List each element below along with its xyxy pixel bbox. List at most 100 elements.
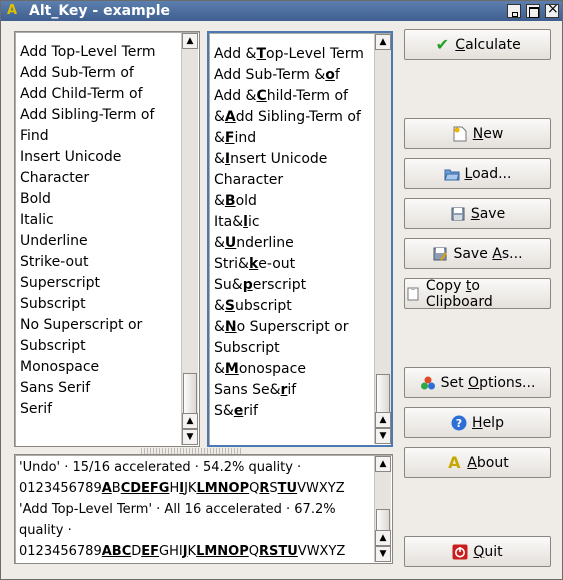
log-line: 'Add Top-Level Term' · All 16 accelerate… bbox=[19, 502, 336, 517]
accelerated-list-panel[interactable]: Add &Top-Level Term Add Sub-Term &of Add &… bbox=[207, 31, 393, 447]
accelerated-list-item[interactable]: Su&perscript bbox=[214, 275, 371, 296]
accelerated-list-item[interactable]: &Monospace bbox=[214, 359, 371, 380]
accelerated-list[interactable]: Add &Top-Level Term Add Sub-Term &of Add &… bbox=[214, 44, 371, 422]
scroll-up-icon[interactable]: ▲ bbox=[182, 33, 198, 49]
save-as-button[interactable]: Save As... bbox=[404, 238, 551, 269]
terms-list[interactable]: Add Top-Level Term Add Sub-Term of Add Chi… bbox=[20, 42, 179, 420]
help-icon: ? bbox=[451, 415, 467, 431]
term-list-item[interactable]: Subscript bbox=[20, 294, 179, 315]
accelerated-list-item[interactable]: &Subscript bbox=[214, 296, 371, 317]
accelerated-list-item[interactable]: Add &Child-Term of bbox=[214, 86, 371, 107]
term-list-item[interactable]: Character bbox=[20, 168, 179, 189]
accelerator-key: p bbox=[242, 277, 253, 293]
save-button[interactable]: Save bbox=[404, 198, 551, 229]
term-list-item[interactable]: Underline bbox=[20, 231, 179, 252]
log-scrollbar[interactable]: ▲ ▲ ▼ bbox=[374, 456, 391, 562]
term-list-item[interactable]: No Superscript or bbox=[20, 315, 179, 336]
term-list-item[interactable]: Strike-out bbox=[20, 252, 179, 273]
accelerator-key: A bbox=[224, 109, 236, 125]
term-list-item[interactable]: Superscript bbox=[20, 273, 179, 294]
scroll-down-icon[interactable]: ▲ bbox=[182, 413, 198, 429]
term-list-item[interactable]: Monospace bbox=[20, 357, 179, 378]
accelerated-list-item[interactable]: S&erif bbox=[214, 401, 371, 422]
results-log-panel[interactable]: 'Undo' · 15/16 accelerated · 54.2% quali… bbox=[14, 454, 393, 564]
accelerator-key: C bbox=[256, 88, 267, 104]
term-list-item[interactable]: Add Sibling-Term of bbox=[20, 105, 179, 126]
term-list-item[interactable]: Add Child-Term of bbox=[20, 84, 179, 105]
log-line: quality · bbox=[19, 523, 72, 538]
scroll-up-icon[interactable]: ▲ bbox=[375, 456, 391, 472]
accelerated-list-item[interactable]: Character bbox=[214, 170, 371, 191]
term-list-item[interactable]: Italic bbox=[20, 210, 179, 231]
term-list-item[interactable]: Add Sub-Term of bbox=[20, 63, 179, 84]
terms-list-panel[interactable]: Add Top-Level Term Add Sub-Term of Add Chi… bbox=[14, 31, 200, 447]
load-button[interactable]: Load... bbox=[404, 158, 551, 189]
folder-open-icon bbox=[443, 166, 460, 182]
accelerator-key: o bbox=[325, 67, 335, 83]
accelerated-list-item[interactable]: Add &Top-Level Term bbox=[214, 44, 371, 65]
term-list-item[interactable]: Insert Unicode bbox=[20, 147, 179, 168]
accelerated-list-item[interactable]: Stri&ke-out bbox=[214, 254, 371, 275]
scroll-up-icon[interactable]: ▲ bbox=[375, 34, 391, 50]
results-log: 'Undo' · 15/16 accelerated · 54.2% quali… bbox=[19, 457, 370, 562]
quit-button[interactable]: Quit bbox=[404, 536, 551, 567]
scrollbar-thumb[interactable] bbox=[183, 373, 197, 415]
term-list-item[interactable]: Sans Serif bbox=[20, 378, 179, 399]
accelerated-list-item[interactable]: Sans Se&rif bbox=[214, 380, 371, 401]
main-window: A Alt_Key - example Add Top-Level TermAd… bbox=[0, 0, 563, 580]
clipboard-icon bbox=[405, 286, 421, 302]
accelerator-key: S bbox=[224, 298, 236, 314]
accelerated-list-item[interactable]: &Find bbox=[214, 128, 371, 149]
scroll-down-icon[interactable]: ▼ bbox=[182, 429, 198, 445]
scrollbar-thumb[interactable] bbox=[376, 374, 390, 416]
accelerated-list-item[interactable]: Ita&lic bbox=[214, 212, 371, 233]
accelerator-key: N bbox=[224, 319, 237, 335]
set-options-button[interactable]: Set Options... bbox=[404, 367, 551, 398]
power-icon bbox=[452, 544, 468, 560]
accelerated-scrollbar[interactable]: ▲ ▲ ▼ bbox=[374, 34, 391, 444]
floppy-disk-icon bbox=[432, 246, 448, 262]
window-title: Alt_Key - example bbox=[29, 3, 170, 19]
accelerator-key: M bbox=[224, 361, 239, 377]
scroll-down-icon[interactable]: ▲ bbox=[375, 412, 391, 428]
accelerator-key: U bbox=[224, 235, 237, 251]
accelerated-list-item[interactable]: &Insert Unicode bbox=[214, 149, 371, 170]
term-list-item[interactable]: Add Top-Level Term bbox=[20, 42, 179, 63]
calculate-button[interactable]: ✔ Calculate bbox=[404, 29, 551, 60]
terms-scrollbar[interactable]: ▲ ▲ ▼ bbox=[181, 33, 198, 445]
scroll-down-icon[interactable]: ▼ bbox=[375, 428, 391, 444]
term-list-item[interactable]: Subscript bbox=[20, 336, 179, 357]
term-list-item[interactable]: Find bbox=[20, 126, 179, 147]
check-icon: ✔ bbox=[435, 34, 449, 54]
new-button[interactable]: New bbox=[404, 118, 551, 149]
accelerator-key: B bbox=[224, 193, 236, 209]
color-palette-icon bbox=[420, 375, 436, 391]
maximize-icon[interactable] bbox=[526, 4, 540, 18]
app-logo-icon: A bbox=[448, 452, 461, 472]
accelerated-list-item[interactable]: &Underline bbox=[214, 233, 371, 254]
copy-to-clipboard-button[interactable]: Copy to Clipboard bbox=[404, 278, 551, 310]
title-bar[interactable]: A Alt_Key - example bbox=[1, 1, 562, 21]
accelerator-key: k bbox=[248, 256, 259, 272]
floppy-disk-icon bbox=[450, 206, 466, 222]
log-line: 0123456789ABCDEFGHIJKLMNOPQRSTUVWXYZ bbox=[19, 544, 346, 559]
log-line: 0123456789ABCDEFGHIJKLMNOPQRSTUVWXYZ bbox=[19, 481, 345, 496]
log-line: 'Undo' · 15/16 accelerated · 54.2% quali… bbox=[19, 460, 302, 475]
scroll-down-icon[interactable]: ▲ bbox=[375, 530, 391, 546]
about-button[interactable]: A About bbox=[404, 447, 551, 478]
scroll-down-icon[interactable]: ▼ bbox=[375, 546, 391, 562]
accelerated-list-item[interactable]: &Add Sibling-Term of bbox=[214, 107, 371, 128]
close-icon[interactable] bbox=[545, 1, 559, 18]
accelerated-list-item[interactable]: Subscript bbox=[214, 338, 371, 359]
term-list-item[interactable]: Bold bbox=[20, 189, 179, 210]
new-document-icon bbox=[452, 126, 468, 142]
term-list-item[interactable]: Serif bbox=[20, 399, 179, 420]
accelerator-key: T bbox=[256, 46, 267, 62]
accelerated-list-item[interactable]: Add Sub-Term &of bbox=[214, 65, 371, 86]
minimize-icon[interactable] bbox=[507, 4, 521, 18]
svg-text:?: ? bbox=[456, 417, 462, 430]
accelerator-key: F bbox=[224, 130, 235, 146]
help-button[interactable]: ? Help bbox=[404, 407, 551, 438]
accelerated-list-item[interactable]: &Bold bbox=[214, 191, 371, 212]
accelerated-list-item[interactable]: &No Superscript or bbox=[214, 317, 371, 338]
